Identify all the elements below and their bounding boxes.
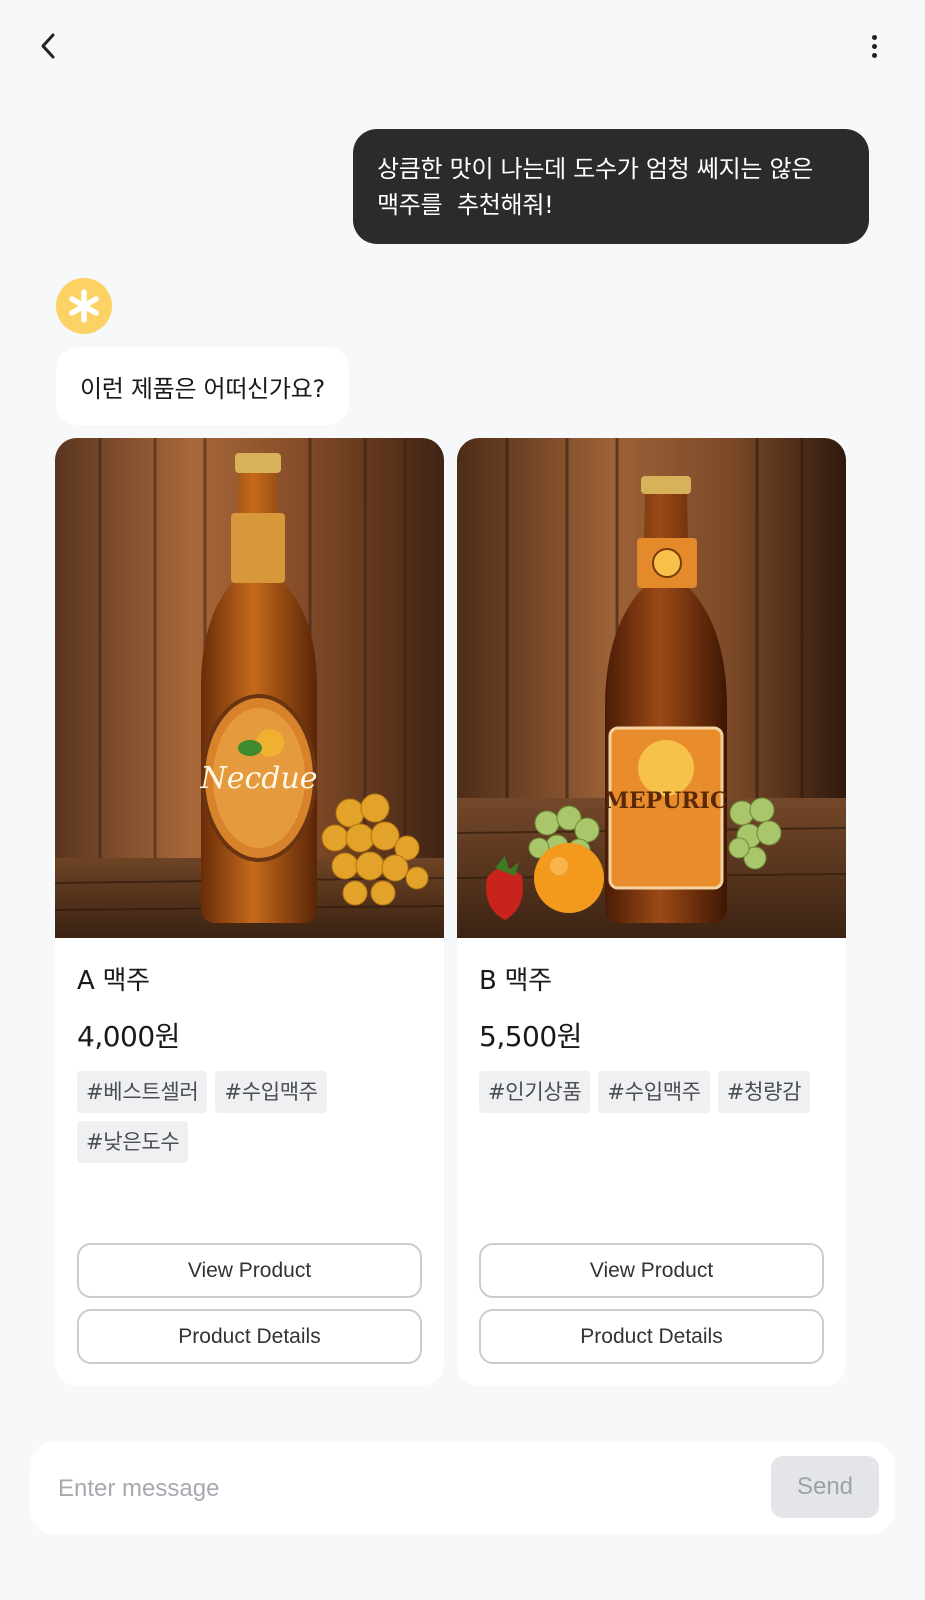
message-composer: Send bbox=[30, 1442, 895, 1534]
send-button[interactable]: Send bbox=[771, 1456, 879, 1518]
bot-message-bubble: 이런 제품은 어떠신가요? bbox=[56, 347, 349, 425]
product-card-a[interactable]: Necdue A 맥주 4,000원 #베스트셀러 #수입맥주 #낮은도수 Vi… bbox=[55, 438, 444, 1386]
product-tag: #인기상품 bbox=[479, 1071, 591, 1113]
product-image[interactable]: Necdue bbox=[55, 438, 444, 938]
product-card-b[interactable]: MEPURIC B 맥주 5,500원 #인기상품 #수입맥주 #청량감 Vie… bbox=[457, 438, 846, 1386]
bot-avatar bbox=[56, 278, 112, 334]
back-button[interactable] bbox=[30, 26, 66, 66]
product-tag: #낮은도수 bbox=[77, 1121, 189, 1163]
view-product-button[interactable]: View Product bbox=[77, 1243, 422, 1298]
bottle-label-text: MEPURIC bbox=[605, 788, 728, 814]
product-tag: #청량감 bbox=[717, 1071, 811, 1113]
asterisk-icon bbox=[69, 289, 99, 323]
message-input[interactable] bbox=[56, 1462, 780, 1516]
bottle-label-text: Necdue bbox=[199, 761, 317, 796]
product-tag: #베스트셀러 bbox=[77, 1071, 208, 1113]
product-price: 5,500원 bbox=[479, 1020, 582, 1053]
bot-message-text: 이런 제품은 어떠신가요? bbox=[80, 374, 325, 403]
product-tag: #수입맥주 bbox=[598, 1071, 710, 1113]
more-vertical-icon bbox=[871, 33, 877, 60]
product-image[interactable]: MEPURIC bbox=[457, 438, 846, 938]
chevron-left-icon bbox=[41, 33, 55, 59]
user-message-line: 맥주를 추천해줘! bbox=[377, 191, 554, 219]
view-product-button[interactable]: View Product bbox=[479, 1243, 824, 1298]
product-details-button[interactable]: Product Details bbox=[479, 1309, 824, 1364]
product-tag: #수입맥주 bbox=[215, 1071, 327, 1113]
user-message-bubble: 상큼한 맛이 나는데 도수가 엄청 쎄지는 않은 맥주를 추천해줘! bbox=[353, 129, 869, 244]
product-price: 4,000원 bbox=[77, 1020, 180, 1053]
product-details-button[interactable]: Product Details bbox=[77, 1309, 422, 1364]
more-options-button[interactable] bbox=[856, 26, 892, 66]
user-message-line: 상큼한 맛이 나는데 도수가 엄청 쎄지는 않은 bbox=[377, 155, 814, 183]
product-tags: #베스트셀러 #수입맥주 #낮은도수 bbox=[77, 1071, 427, 1163]
product-tags: #인기상품 #수입맥주 #청량감 bbox=[479, 1071, 829, 1113]
product-name: B 맥주 bbox=[479, 966, 552, 996]
product-name: A 맥주 bbox=[77, 966, 150, 996]
